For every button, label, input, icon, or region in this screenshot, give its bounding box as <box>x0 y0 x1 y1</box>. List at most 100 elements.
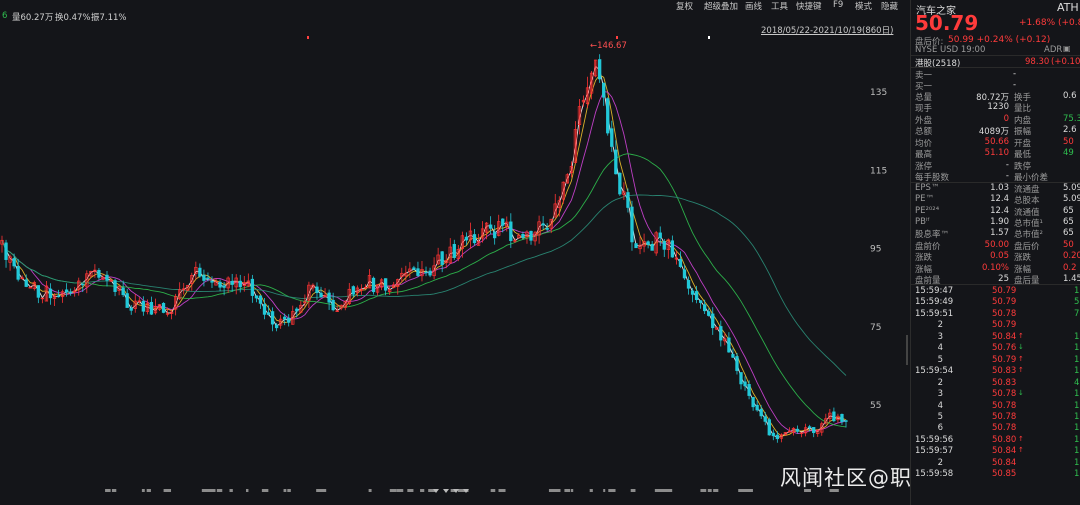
event-strip-mark <box>368 489 372 492</box>
stat-label: 总市值¹ <box>1014 218 1043 229</box>
tick-row: 2 50.83 4 <box>911 378 1080 389</box>
event-strip-mark <box>287 489 291 492</box>
stat-label: 盘前价 <box>915 241 941 252</box>
stats-row: PE™ 12.4 总股本 5.09 <box>911 194 1080 207</box>
candle-body <box>287 317 291 323</box>
event-strip-mark <box>146 489 151 492</box>
candle-body <box>258 295 263 304</box>
candle-body <box>97 269 101 278</box>
menu-adjust[interactable]: 复权 <box>676 0 693 12</box>
order-book-row: 买一 - <box>911 80 1080 92</box>
tick-volume: 5 <box>1074 297 1080 308</box>
candle-body <box>125 293 129 308</box>
tick-price: 50.79 <box>992 297 1017 308</box>
stat-value: 49 <box>1063 148 1074 159</box>
stat-label: 总股本 <box>1014 196 1040 207</box>
candlestick-chart[interactable]: 135 115 95 75 55 ←146.67 <box>0 0 908 505</box>
menu-tools[interactable]: 工具 <box>771 0 788 12</box>
event-strip-mark <box>207 489 216 492</box>
tick-arrow-icon: ↓ <box>1018 389 1024 398</box>
event-strip-mark <box>490 489 496 492</box>
stats-row: 涨幅 0.10% 涨幅 0.2 <box>911 263 1080 275</box>
expand-icon[interactable]: ▣ <box>1063 44 1071 53</box>
adr-badge[interactable]: ADR <box>1044 45 1062 55</box>
candle-body <box>270 311 275 325</box>
stats-row: PBˡᶠ 1.90 总市值¹ 65 <box>911 216 1080 229</box>
candle-body <box>626 192 630 208</box>
candle-body <box>711 313 715 329</box>
stat-value: 65 <box>1063 216 1074 227</box>
tick-row: 15:59:58 50.85 1 <box>911 469 1080 480</box>
candle-body <box>149 301 154 315</box>
stat-label: 涨跌 <box>1014 253 1032 264</box>
stat-label: PBˡᶠ <box>915 216 930 227</box>
event-strip-mark <box>396 489 403 492</box>
candle-body <box>283 316 287 320</box>
tick-row: 15:59:49 50.79 5 <box>911 297 1080 308</box>
menu-shortcuts[interactable]: 快捷键 <box>796 0 822 12</box>
event-strip-mark <box>163 489 172 492</box>
stat-label: 总市值² <box>1014 230 1043 241</box>
stat-value: 4089万 <box>978 127 1009 138</box>
stat-value: 0.6 <box>1063 91 1077 101</box>
tick-time: 2 <box>937 377 943 388</box>
menu-draw-line[interactable]: 画线 <box>745 0 762 12</box>
tick-volume: 1 <box>1074 469 1080 480</box>
candle-body <box>509 221 513 242</box>
tick-time: 15:59:49 <box>915 297 954 308</box>
tick-volume: 1 <box>1074 423 1080 434</box>
event-strip-mark <box>743 489 749 492</box>
stat-value: 65 <box>1063 205 1074 216</box>
stock-ticker: ATH <box>1057 1 1079 14</box>
ma10-line <box>1 74 847 437</box>
menu-super-overlay[interactable]: 超级叠加 <box>704 0 738 12</box>
ma120-line <box>1 194 847 376</box>
kline-chart-area[interactable]: 135 115 95 75 55 ←146.67 6 量60.27万 换0.47% 振7.… <box>0 0 1021 505</box>
tick-time: 3 <box>937 331 943 342</box>
stat-value: 0.05 <box>990 251 1009 262</box>
event-strip-mark <box>319 489 327 492</box>
menu-f9[interactable]: F9 <box>833 0 843 10</box>
stats-row: PE²⁰²⁴ 12.4 流通值 65 <box>911 205 1080 218</box>
candle-body <box>751 397 755 408</box>
candle-body <box>747 384 751 396</box>
tick-price: 50.80 <box>992 434 1017 445</box>
tick-volume: 1 <box>1074 446 1080 457</box>
stats-row: 现手 1230 量比 <box>911 102 1080 115</box>
tick-time: 15:59:56 <box>915 434 954 445</box>
stat-label: PE²⁰²⁴ <box>915 205 940 216</box>
stat-label: 涨幅 <box>1014 264 1032 275</box>
candle-body <box>493 231 497 239</box>
event-strip-mark <box>660 489 667 492</box>
tick-time: 15:59:57 <box>915 446 954 457</box>
stat-label: EPS™ <box>915 182 940 193</box>
after-hours-price: 50.99 +0.24% (+0.12) <box>948 35 1051 45</box>
candle-body <box>598 59 602 80</box>
candle-body <box>121 287 125 296</box>
tick-row: 5 50.78 1 <box>911 412 1080 423</box>
stats-row: 盘前价 50.00 盘后价 50 <box>911 240 1080 252</box>
tick-volume: 1 <box>1074 331 1080 342</box>
stat-value: 1.45 <box>1063 274 1080 285</box>
stat-turnover: 换0.47% <box>55 13 91 23</box>
date-range-label[interactable]: 2018/05/22-2021/10/19(860日) <box>761 24 893 36</box>
candle-body <box>218 281 222 288</box>
candle-body <box>808 426 812 428</box>
candle-body <box>731 354 735 358</box>
tick-row: 15:59:47 50.79 1 <box>911 286 1080 297</box>
tick-row: 3 50.78 ↓ 1 <box>911 389 1080 400</box>
tick-volume: 1 <box>1074 366 1080 377</box>
stat-label: 振幅 <box>1014 127 1032 138</box>
event-marker-icon <box>307 36 309 39</box>
stat-amplitude: 振7.11% <box>91 13 127 23</box>
candle-body <box>795 428 800 432</box>
candle-body <box>105 274 109 281</box>
candle-body <box>634 243 638 249</box>
stat-label: 现手 <box>915 104 933 115</box>
candle-body <box>759 408 763 417</box>
stat-label: 均价 <box>915 138 933 149</box>
candle-body <box>735 356 739 371</box>
menu-mode[interactable]: 模式 <box>855 0 872 12</box>
menu-hide[interactable]: 隐藏 <box>881 0 898 12</box>
stats-row: 总额 4089万 振幅 2.6 <box>911 125 1080 138</box>
